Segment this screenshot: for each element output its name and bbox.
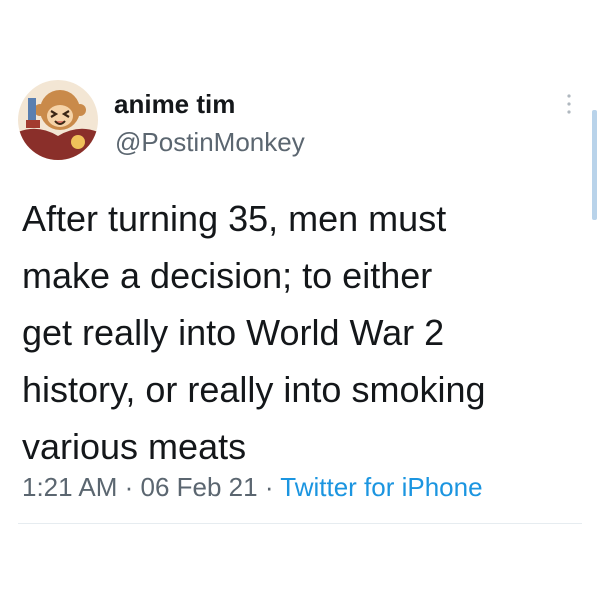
tweet-time[interactable]: 1:21 AM [22, 472, 117, 502]
tweet-text-line: get really into World War 2 [22, 312, 445, 353]
tweet-text-line: After turning 35, men must [22, 198, 447, 239]
separator: · [117, 472, 141, 502]
tweet-text-line: various meats [22, 426, 247, 467]
display-name[interactable]: anime tim [114, 89, 235, 120]
tweet-source-link[interactable]: Twitter for iPhone [280, 472, 482, 502]
user-handle[interactable]: @PostinMonkey [115, 127, 305, 158]
tweet-text: After turning 35, men must make a decisi… [22, 190, 582, 475]
divider [18, 523, 582, 524]
tweet-metadata: 1:21 AM · 06 Feb 21 · Twitter for iPhone [22, 472, 483, 503]
separator: · [257, 472, 281, 502]
tweet-date[interactable]: 06 Feb 21 [141, 472, 258, 502]
more-options-icon[interactable] [564, 92, 574, 116]
tweet-text-line: make a decision; to either [22, 255, 433, 296]
scrollbar[interactable] [592, 110, 597, 220]
avatar-icon[interactable] [18, 80, 98, 160]
tweet-card: anime tim @PostinMonkey After turning 35… [0, 0, 600, 600]
tweet-text-line: history, or really into smoking [22, 369, 486, 410]
